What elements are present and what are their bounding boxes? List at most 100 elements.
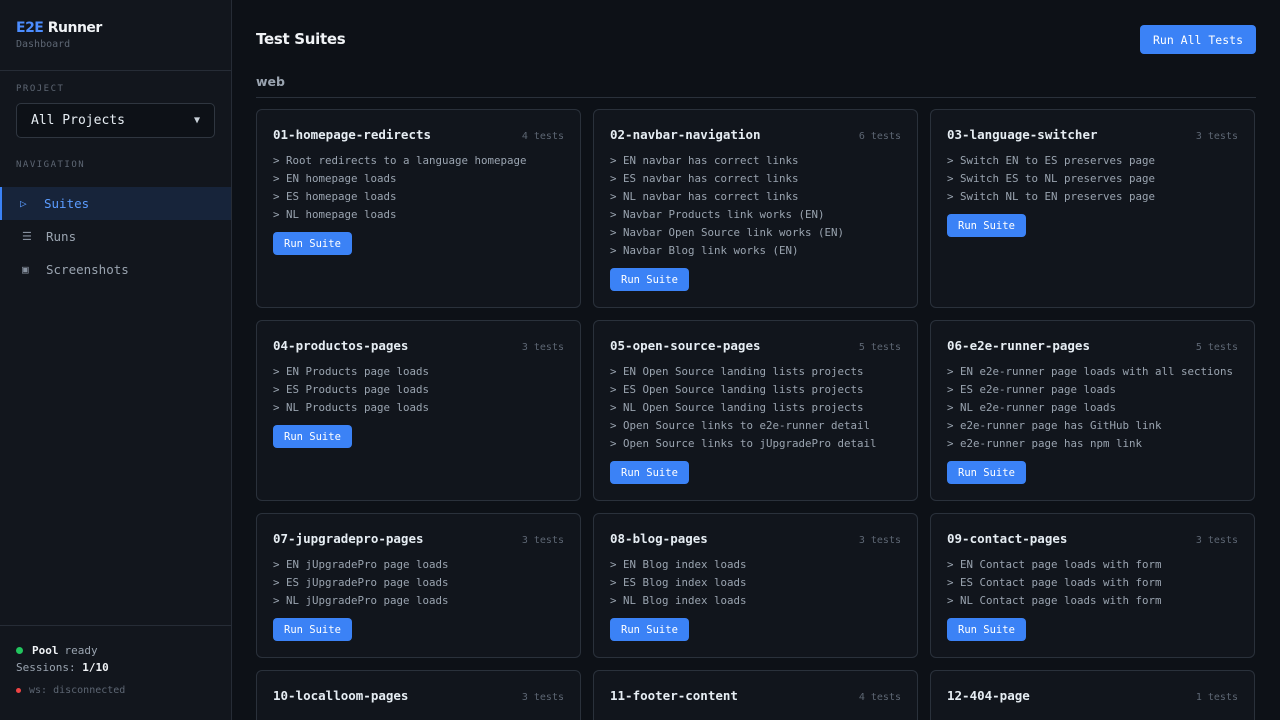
suite-card: 08-blog-pages 3 tests > EN Blog index load… xyxy=(593,513,918,658)
run-suite-button[interactable]: Run Suite xyxy=(610,461,689,484)
test-name: ES e2e-runner page loads xyxy=(960,383,1117,396)
test-name: ES homepage loads xyxy=(286,190,397,203)
suite-name: 07-jupgradepro-pages xyxy=(273,531,424,546)
test-item: > EN jUpgradePro page loads xyxy=(273,556,564,574)
run-suite-button[interactable]: Run Suite xyxy=(947,461,1026,484)
test-name: Switch EN to ES preserves page xyxy=(960,154,1156,167)
chevron-right-icon: > xyxy=(273,154,287,167)
test-item: > Navbar Products link works (EN) xyxy=(610,206,901,224)
test-name: Root redirects to a language homepage xyxy=(286,154,527,167)
suite-name: 04-productos-pages xyxy=(273,338,409,353)
test-name: ES jUpgradePro page loads xyxy=(286,576,449,589)
suite-card-header: 01-homepage-redirects 4 tests xyxy=(273,127,564,142)
suite-name: 08-blog-pages xyxy=(610,531,708,546)
suite-card: 12-404-page 1 tests xyxy=(930,670,1255,720)
suite-name: 03-language-switcher xyxy=(947,127,1098,142)
test-name: EN Open Source landing lists projects xyxy=(623,365,864,378)
suite-card-header: 08-blog-pages 3 tests xyxy=(610,531,901,546)
image-icon: ▣ xyxy=(22,263,29,276)
test-name: EN Contact page loads with form xyxy=(960,558,1162,571)
suite-card-header: 03-language-switcher 3 tests xyxy=(947,127,1238,142)
test-item: > e2e-runner page has npm link xyxy=(947,435,1238,453)
run-all-tests-button[interactable]: Run All Tests xyxy=(1140,25,1256,54)
suite-test-count: 3 tests xyxy=(521,535,564,546)
suite-card: 02-navbar-navigation 6 tests > EN navbar h… xyxy=(593,109,918,308)
chevron-right-icon: > xyxy=(273,594,287,607)
suite-card: 01-homepage-redirects 4 tests > Root redir… xyxy=(256,109,581,308)
run-suite-button[interactable]: Run Suite xyxy=(610,618,689,641)
test-name: e2e-runner page has GitHub link xyxy=(960,419,1162,432)
pool-status-panel: Pool ready Sessions: 1/10 ws: disconnect… xyxy=(0,625,231,720)
chevron-right-icon: > xyxy=(610,208,624,221)
suite-card-header: 06-e2e-runner-pages 5 tests xyxy=(947,338,1238,353)
test-name: ES navbar has correct links xyxy=(623,172,799,185)
project-select[interactable]: All Projects ▼ xyxy=(16,103,215,138)
chevron-right-icon: > xyxy=(947,401,961,414)
suite-name: 09-contact-pages xyxy=(947,531,1068,546)
suite-card-header: 02-navbar-navigation 6 tests xyxy=(610,127,901,142)
chevron-right-icon: > xyxy=(947,172,961,185)
chevron-right-icon: > xyxy=(273,365,287,378)
suite-name: 10-localloom-pages xyxy=(273,688,409,703)
suite-name: 05-open-source-pages xyxy=(610,338,761,353)
test-name: Switch NL to EN preserves page xyxy=(960,190,1156,203)
suite-test-count: 3 tests xyxy=(521,692,564,703)
suite-card-header: 04-productos-pages 3 tests xyxy=(273,338,564,353)
suite-name: 02-navbar-navigation xyxy=(610,127,761,142)
project-select-value: All Projects xyxy=(31,113,125,128)
sidebar: E2E Runner Dashboard PROJECT All Project… xyxy=(0,0,232,720)
test-item: > ES navbar has correct links xyxy=(610,170,901,188)
sidebar-item-label: Runs xyxy=(46,229,77,244)
pool-status: ready xyxy=(64,644,98,657)
suite-card-header: 09-contact-pages 3 tests xyxy=(947,531,1238,546)
test-name: NL Open Source landing lists projects xyxy=(623,401,864,414)
play-icon: ▷ xyxy=(20,197,27,210)
suite-test-count: 5 tests xyxy=(1195,342,1238,353)
test-item: > ES Blog index loads xyxy=(610,574,901,592)
run-suite-button[interactable]: Run Suite xyxy=(610,268,689,291)
test-name: NL Products page loads xyxy=(286,401,430,414)
test-item: > EN navbar has correct links xyxy=(610,152,901,170)
chevron-right-icon: > xyxy=(947,576,961,589)
suite-test-count: 4 tests xyxy=(858,692,901,703)
sidebar-item-runs[interactable]: ☰ Runs xyxy=(0,220,231,253)
test-item: > e2e-runner page has GitHub link xyxy=(947,417,1238,435)
test-item: > Switch EN to ES preserves page xyxy=(947,152,1238,170)
suite-card-header: 10-localloom-pages 3 tests xyxy=(273,688,564,703)
suite-name: 06-e2e-runner-pages xyxy=(947,338,1090,353)
run-suite-button[interactable]: Run Suite xyxy=(273,425,352,448)
page-title: Test Suites xyxy=(256,30,346,48)
suite-test-count: 3 tests xyxy=(1195,131,1238,142)
run-suite-button[interactable]: Run Suite xyxy=(273,618,352,641)
test-item: > NL e2e-runner page loads xyxy=(947,399,1238,417)
chevron-right-icon: > xyxy=(947,594,961,607)
test-name: NL e2e-runner page loads xyxy=(960,401,1117,414)
chevron-right-icon: > xyxy=(273,401,287,414)
sidebar-item-suites[interactable]: ▷ Suites xyxy=(0,187,231,220)
sidebar-item-screenshots[interactable]: ▣ Screenshots xyxy=(0,253,231,286)
sidebar-item-label: Screenshots xyxy=(46,262,129,277)
test-item: > NL Contact page loads with form xyxy=(947,592,1238,610)
chevron-right-icon: > xyxy=(273,383,287,396)
test-name: ES Blog index loads xyxy=(623,576,747,589)
run-suite-button[interactable]: Run Suite xyxy=(947,214,1026,237)
test-name: EN jUpgradePro page loads xyxy=(286,558,449,571)
run-suite-button[interactable]: Run Suite xyxy=(273,232,352,255)
run-suite-button[interactable]: Run Suite xyxy=(947,618,1026,641)
test-item: > EN Open Source landing lists projects xyxy=(610,363,901,381)
test-name: NL navbar has correct links xyxy=(623,190,799,203)
nav-menu: ▷ Suites ☰ Runs ▣ Screenshots xyxy=(0,187,231,286)
test-item: > EN Blog index loads xyxy=(610,556,901,574)
chevron-right-icon: > xyxy=(947,365,961,378)
test-name: NL Contact page loads with form xyxy=(960,594,1162,607)
test-item: > NL jUpgradePro page loads xyxy=(273,592,564,610)
test-item: > Open Source links to jUpgradePro detai… xyxy=(610,435,901,453)
test-item: > NL Products page loads xyxy=(273,399,564,417)
suite-card-header: 11-footer-content 4 tests xyxy=(610,688,901,703)
test-name: Navbar Open Source link works (EN) xyxy=(623,226,845,239)
suite-test-count: 3 tests xyxy=(1195,535,1238,546)
main-content: Test Suites Run All Tests web 01-homepag… xyxy=(232,0,1280,720)
pool-name: Pool xyxy=(32,644,59,657)
chevron-right-icon: > xyxy=(610,576,624,589)
test-item: > EN e2e-runner page loads with all sect… xyxy=(947,363,1238,381)
